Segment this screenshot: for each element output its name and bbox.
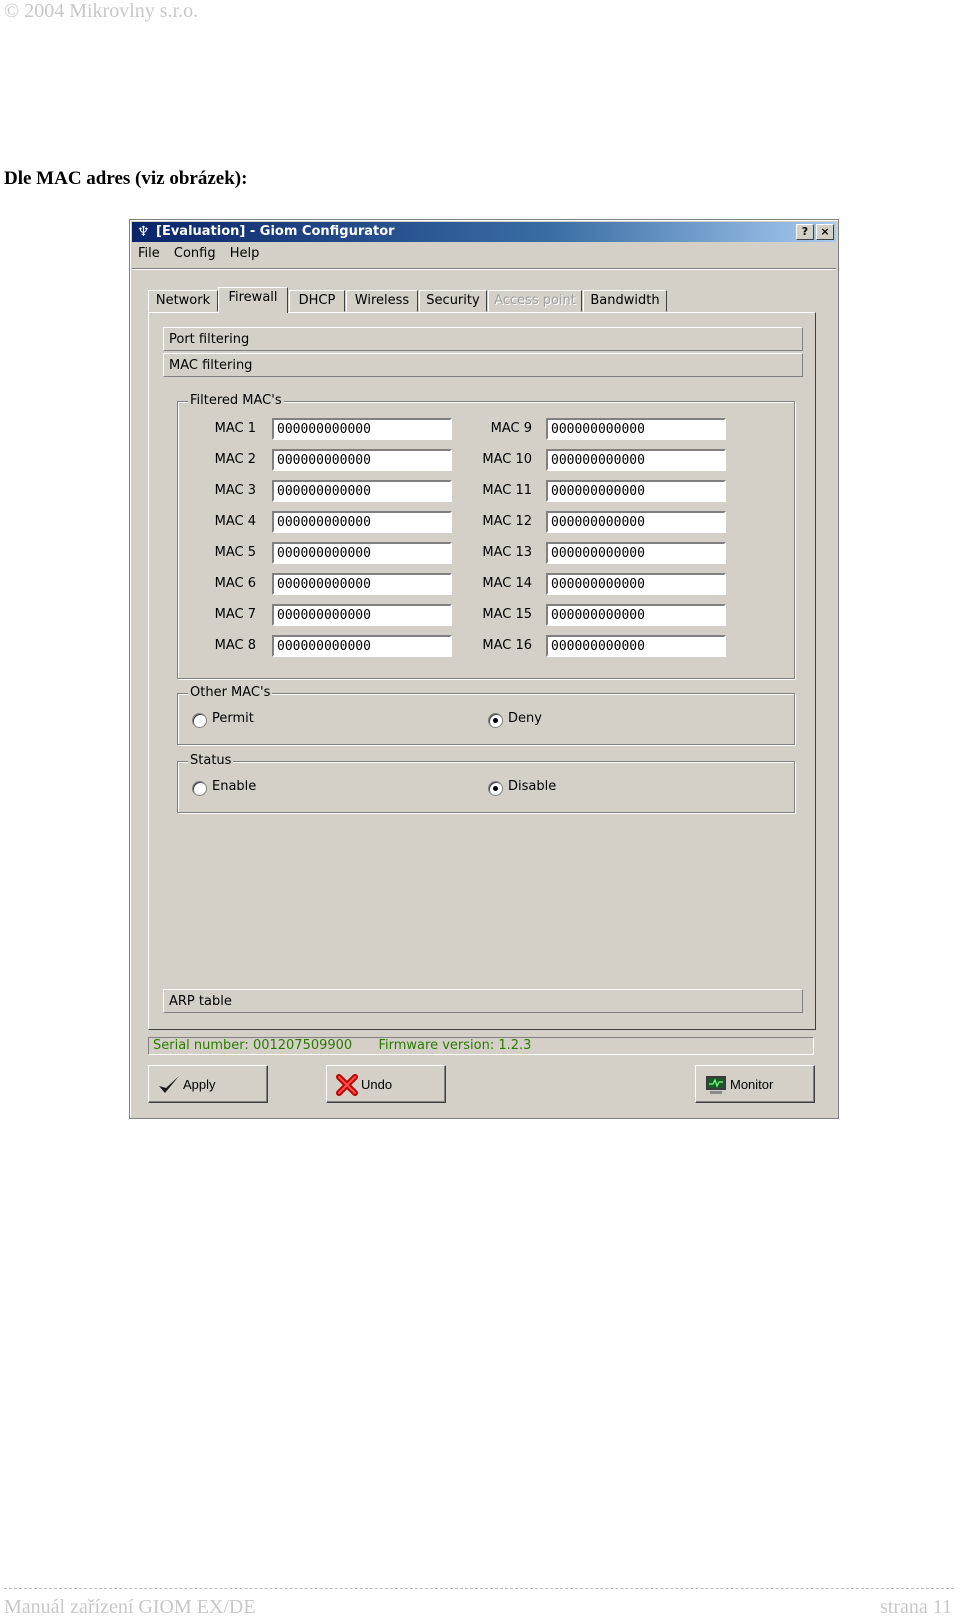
menu-config[interactable]: Config (174, 246, 216, 261)
permit-label[interactable]: Permit (212, 711, 254, 726)
checkmark-icon (159, 1076, 179, 1093)
help-button[interactable]: ? (796, 224, 814, 240)
mac-input[interactable] (546, 604, 726, 626)
mac-input[interactable] (272, 542, 452, 564)
tab-bandwidth[interactable]: Bandwidth (583, 290, 667, 312)
mac-label: MAC 2 (214, 452, 256, 467)
mac-label: MAC 10 (482, 452, 532, 467)
firewall-panel: Port filtering MAC filtering Filtered MA… (148, 312, 816, 1030)
mac-label: MAC 11 (482, 483, 532, 498)
deny-label[interactable]: Deny (508, 711, 542, 726)
tab-security[interactable]: Security (419, 290, 487, 312)
mac-input[interactable] (546, 635, 726, 657)
enable-radio[interactable] (192, 781, 207, 796)
enable-label[interactable]: Enable (212, 779, 256, 794)
mac-filtering-section[interactable]: MAC filtering (163, 353, 803, 377)
serial-number: 001207509900 (252, 1038, 353, 1053)
filtered-macs-legend: Filtered MAC's (188, 393, 284, 408)
port-filtering-section[interactable]: Port filtering (163, 327, 803, 351)
disable-label[interactable]: Disable (508, 779, 556, 794)
mac-input[interactable] (546, 449, 726, 471)
other-macs-group: Other MAC's Permit Deny (177, 685, 795, 745)
mac-input[interactable] (272, 511, 452, 533)
firmware-label: Firmware version: (378, 1038, 495, 1053)
mac-input[interactable] (272, 635, 452, 657)
filtered-macs-group: Filtered MAC's MAC 1 MAC 2 MAC 3 MAC 4 MAC 5… (177, 393, 795, 679)
status-group: Status Enable Disable (177, 753, 795, 813)
mac-label: MAC 15 (482, 607, 532, 622)
window-title: [Evaluation] - Giom Configurator (156, 224, 395, 239)
footer-title: Manuál zařízení GIOM EX/DE (4, 1596, 256, 1618)
apply-button[interactable]: Apply (148, 1065, 268, 1103)
tab-network[interactable]: Network (148, 290, 218, 312)
mac-label: MAC 8 (214, 638, 256, 653)
mac-input[interactable] (272, 604, 452, 626)
close-button[interactable]: × (816, 224, 834, 240)
tab-wireless[interactable]: Wireless (346, 290, 418, 312)
status-legend: Status (188, 753, 234, 768)
tab-dhcp[interactable]: DHCP (289, 290, 345, 312)
undo-label: Undo (361, 1077, 393, 1092)
footer-divider (4, 1588, 954, 1589)
tab-access-point: Access point (488, 290, 582, 312)
mac-input[interactable] (546, 511, 726, 533)
mac-label: MAC 16 (482, 638, 532, 653)
firmware-version: 1.2.3 (498, 1038, 532, 1053)
mac-label: MAC 14 (482, 576, 532, 591)
mac-input[interactable] (272, 573, 452, 595)
configurator-window: ♆ [Evaluation] - Giom Configurator ? × F… (129, 219, 839, 1119)
red-x-icon (336, 1074, 358, 1096)
other-macs-legend: Other MAC's (188, 685, 273, 700)
menu-separator (132, 268, 836, 270)
monitor-icon (706, 1076, 726, 1094)
mac-label: MAC 1 (214, 421, 256, 436)
mac-label: MAC 3 (214, 483, 256, 498)
menu-bar: File Config Help (138, 246, 269, 264)
mac-input[interactable] (546, 573, 726, 595)
mac-label: MAC 4 (214, 514, 256, 529)
tab-firewall[interactable]: Firewall (218, 287, 288, 313)
monitor-label: Monitor (730, 1077, 774, 1092)
mac-input[interactable] (546, 418, 726, 440)
apply-label: Apply (183, 1077, 216, 1092)
monitor-button[interactable]: Monitor (695, 1065, 815, 1103)
mac-input[interactable] (546, 542, 726, 564)
mac-input[interactable] (272, 449, 452, 471)
mac-label: MAC 9 (490, 421, 532, 436)
menu-help[interactable]: Help (230, 246, 260, 261)
mac-input[interactable] (272, 418, 452, 440)
mac-label: MAC 13 (482, 545, 532, 560)
status-bar: Serial number: 001207509900 Firmware ver… (148, 1037, 814, 1055)
menu-file[interactable]: File (138, 246, 160, 261)
title-bar[interactable]: ♆ [Evaluation] - Giom Configurator ? × (132, 222, 836, 242)
disable-radio[interactable] (488, 781, 503, 796)
mac-label: MAC 7 (214, 607, 256, 622)
deny-radio[interactable] (488, 713, 503, 728)
mac-input[interactable] (546, 480, 726, 502)
undo-button[interactable]: Undo (326, 1065, 446, 1103)
mac-label: MAC 6 (214, 576, 256, 591)
document-header: © 2004 Mikrovlny s.r.o. (4, 0, 199, 22)
mac-input[interactable] (272, 480, 452, 502)
permit-radio[interactable] (192, 713, 207, 728)
mac-label: MAC 5 (214, 545, 256, 560)
app-icon: ♆ (137, 224, 150, 240)
page-number: strana 11 (879, 1596, 952, 1618)
document-heading: Dle MAC adres (viz obrázek): (4, 168, 248, 189)
mac-label: MAC 12 (482, 514, 532, 529)
arp-table-section[interactable]: ARP table (163, 989, 803, 1013)
serial-label: Serial number: (153, 1038, 249, 1053)
